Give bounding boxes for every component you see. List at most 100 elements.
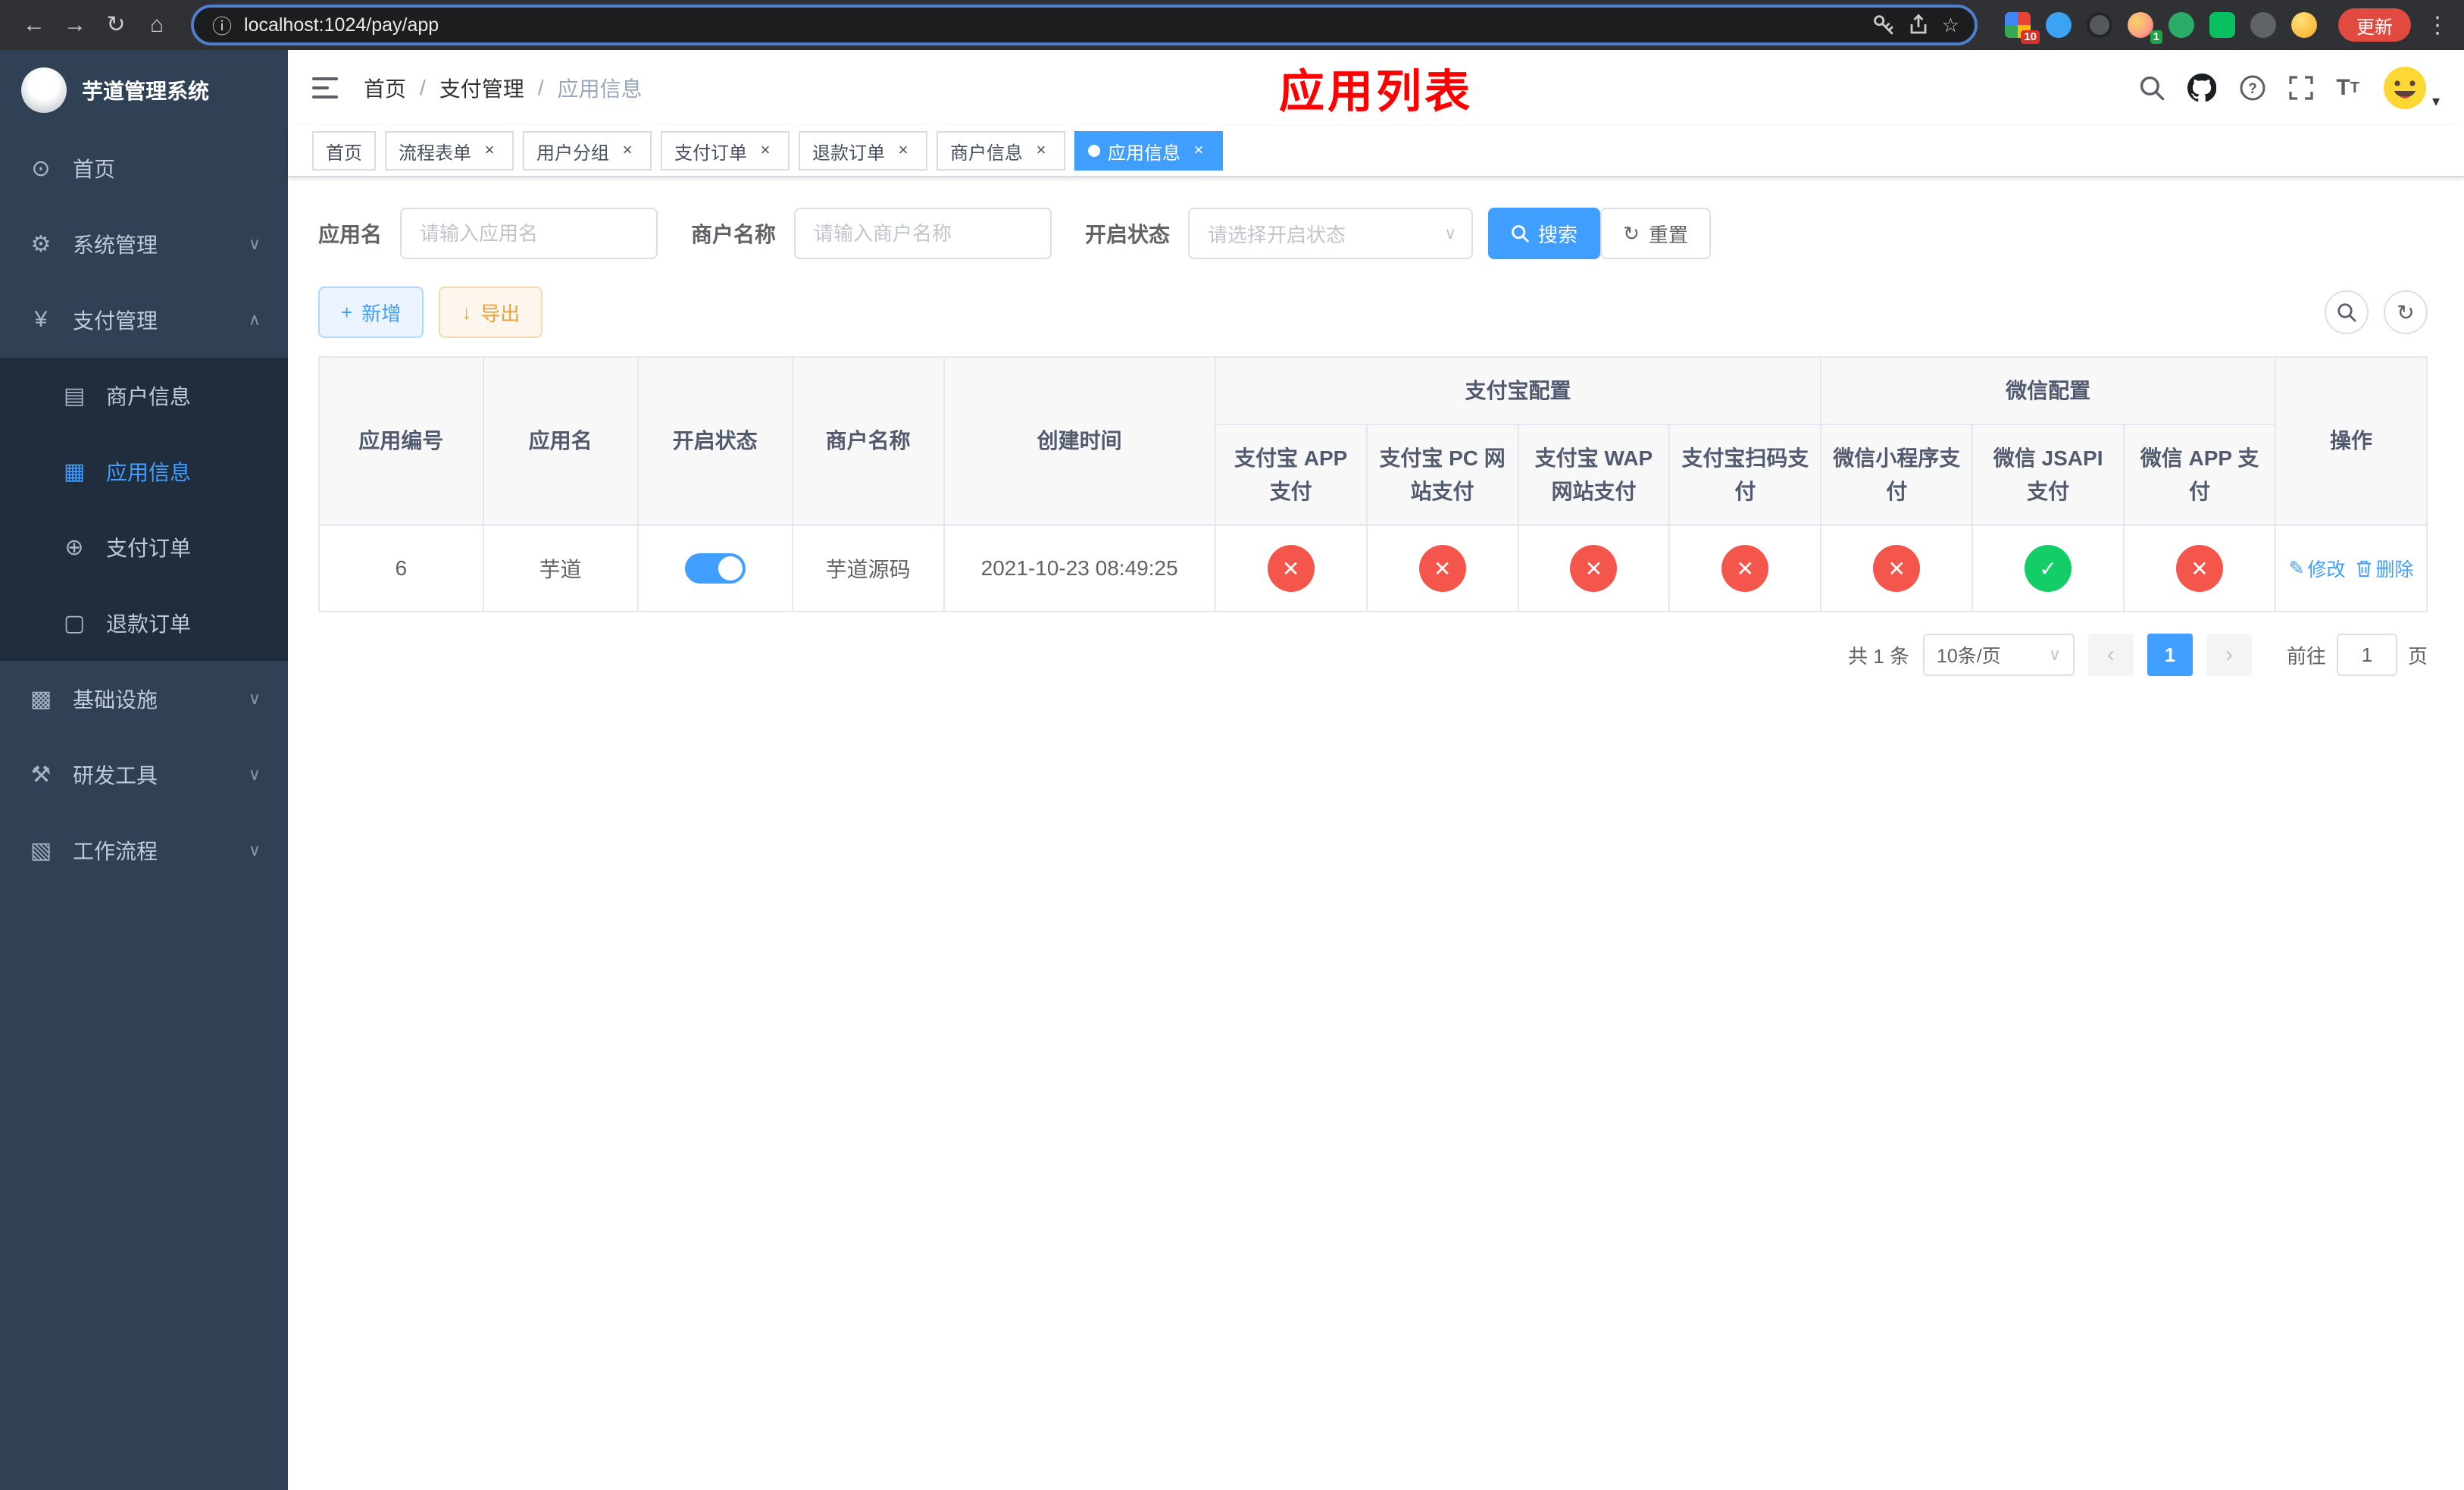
user-avatar[interactable]: ▾ (2382, 65, 2440, 111)
sidebar-collapse-icon[interactable] (312, 77, 339, 99)
caret-down-icon: ▾ (2431, 93, 2440, 110)
export-button-label: 导出 (480, 302, 521, 325)
sidebar-item-system[interactable]: ⚙ 系统管理 ∨ (0, 206, 288, 282)
cell-wechat-jsapi (1972, 524, 2125, 613)
col-alipay-qr: 支付宝扫码支付 (1668, 424, 1822, 527)
cell-alipay-qr (1668, 524, 1822, 613)
gear-icon: ⚙ (30, 231, 52, 257)
sidebar-item-label: 研发工具 (73, 764, 158, 787)
tab-process-form[interactable]: 流程表单 × (385, 131, 514, 171)
config-status-icon (2025, 545, 2072, 593)
sidebar-item-payment[interactable]: ¥ 支付管理 ∧ (0, 282, 288, 358)
extension-icon[interactable]: 1 (2128, 12, 2162, 44)
close-icon[interactable]: × (479, 140, 500, 161)
search-icon[interactable] (2139, 75, 2165, 101)
close-icon[interactable]: × (617, 140, 638, 161)
close-icon[interactable]: × (1030, 140, 1052, 161)
cell-wechat-app (2123, 524, 2276, 613)
sidebar-item-merchant-info[interactable]: ▤ 商户信息 (0, 358, 288, 434)
breadcrumb-separator: / (537, 76, 544, 99)
extension-icon[interactable] (2169, 12, 2194, 38)
close-icon[interactable]: × (893, 140, 914, 161)
chrome-update-button[interactable]: 更新 (2338, 8, 2411, 42)
extension-icon[interactable] (2250, 12, 2276, 38)
password-key-icon[interactable] (1872, 14, 1895, 36)
add-button-label: 新增 (361, 302, 402, 325)
breadcrumb-home[interactable]: 首页 (364, 73, 406, 103)
col-alipay-wap: 支付宝 WAP 网站支付 (1517, 424, 1671, 527)
merchant-name-label: 商户名称 (691, 223, 777, 246)
breadcrumb: 首页 / 支付管理 / 应用信息 (364, 73, 643, 103)
tab-refund-order[interactable]: 退款订单 × (799, 131, 927, 171)
back-icon[interactable]: ← (15, 7, 53, 43)
toggle-search-button[interactable] (2325, 290, 2369, 334)
status-toggle[interactable] (684, 553, 746, 584)
tab-user-group[interactable]: 用户分组 × (523, 131, 652, 171)
site-info-icon[interactable]: ⓘ (212, 11, 232, 39)
goto-page-input[interactable] (2336, 634, 2397, 677)
font-size-icon[interactable]: TT (2336, 75, 2359, 101)
prev-page-button[interactable]: ‹ (2087, 634, 2134, 677)
col-app-name: 应用名 (482, 355, 639, 527)
extension-icon[interactable] (2291, 12, 2317, 38)
sidebar-item-label: 退款订单 (106, 612, 192, 636)
edit-button[interactable]: ✎ 修改 (2289, 555, 2346, 582)
close-icon[interactable]: × (1188, 140, 1209, 161)
extension-icon[interactable] (2209, 12, 2235, 38)
refresh-table-button[interactable]: ↻ (2384, 290, 2428, 334)
app-name-input[interactable] (400, 208, 658, 259)
toolbar-right: ↻ (2325, 290, 2428, 334)
extension-icon[interactable]: 10 (2005, 12, 2040, 44)
url-bar[interactable]: ⓘ localhost:1024/pay/app ☆ (191, 5, 1978, 45)
cell-wechat-mini (1820, 524, 1974, 613)
payment-submenu: ▤ 商户信息 ▦ 应用信息 ⊕ 支付订单 ▢ 退款订单 (0, 358, 288, 661)
tab-app-info[interactable]: 应用信息 × (1074, 131, 1223, 171)
reset-button[interactable]: ↻ 重置 (1600, 208, 1711, 259)
home-icon[interactable]: ⌂ (138, 7, 176, 43)
sidebar-item-infrastructure[interactable]: ▩ 基础设施 ∨ (0, 661, 288, 737)
status-select[interactable]: 请选择开启状态 ∨ (1188, 208, 1474, 259)
breadcrumb-payment[interactable]: 支付管理 (439, 73, 524, 103)
search-button[interactable]: 搜索 (1488, 208, 1601, 259)
extension-icon[interactable] (2046, 12, 2072, 38)
help-icon[interactable]: ? (2239, 74, 2266, 102)
url-text[interactable]: localhost:1024/pay/app (244, 14, 1860, 36)
tab-home[interactable]: 首页 (312, 131, 376, 171)
merchant-name-input[interactable] (794, 208, 1052, 259)
add-button[interactable]: + 新增 (318, 286, 424, 338)
sidebar-item-workflow[interactable]: ▧ 工作流程 ∨ (0, 812, 288, 888)
reload-icon[interactable]: ↻ (97, 7, 135, 43)
app-logo[interactable]: 芋道管理系统 (0, 50, 288, 130)
sidebar-item-home[interactable]: ⊙ 首页 (0, 130, 288, 206)
sidebar-item-app-info[interactable]: ▦ 应用信息 (0, 434, 288, 509)
sidebar-item-pay-order[interactable]: ⊕ 支付订单 (0, 509, 288, 585)
next-page-button[interactable]: › (2206, 634, 2252, 677)
tab-merchant-info[interactable]: 商户信息 × (937, 131, 1065, 171)
chrome-menu-icon[interactable]: ⋮ (2426, 12, 2449, 39)
fullscreen-icon[interactable] (2289, 76, 2314, 100)
page-number-1[interactable]: 1 (2147, 634, 2193, 677)
col-app-id: 应用编号 (317, 355, 484, 527)
sidebar-item-dev-tools[interactable]: ⚒ 研发工具 ∨ (0, 737, 288, 812)
export-button[interactable]: ↓ 导出 (439, 286, 543, 338)
config-status-icon (2176, 545, 2224, 593)
forward-icon[interactable]: → (56, 7, 94, 43)
trash-icon (2357, 561, 2372, 578)
sidebar: 芋道管理系统 ⊙ 首页 ⚙ 系统管理 ∨ ¥ 支付管理 ∧ ▤ 商户信息 ▦ 应… (0, 50, 288, 1490)
navbar-actions: ? TT ▾ (2139, 65, 2440, 111)
github-icon[interactable] (2187, 74, 2217, 102)
group-alipay-config: 支付宝配置 (1214, 356, 1822, 426)
delete-button[interactable]: 删除 (2356, 555, 2413, 582)
sidebar-item-refund-order[interactable]: ▢ 退款订单 (0, 585, 288, 661)
tab-label: 首页 (326, 142, 362, 164)
extension-icon[interactable] (2087, 12, 2112, 38)
goto-label: 前往 (2286, 644, 2326, 668)
col-wechat-mini: 微信小程序支付 (1820, 424, 1974, 527)
bookmark-star-icon[interactable]: ☆ (1942, 14, 1959, 37)
status-label: 开启状态 (1085, 223, 1171, 246)
close-icon[interactable]: × (755, 140, 776, 161)
tab-pay-order[interactable]: 支付订单 × (661, 131, 790, 171)
share-icon[interactable] (1907, 14, 1930, 36)
page-size-select[interactable]: 10条/页 ∨ (1922, 634, 2075, 677)
tags-view: 首页 流程表单 × 用户分组 × 支付订单 × 退款订单 × 商户信息 × 应用… (288, 126, 2464, 177)
